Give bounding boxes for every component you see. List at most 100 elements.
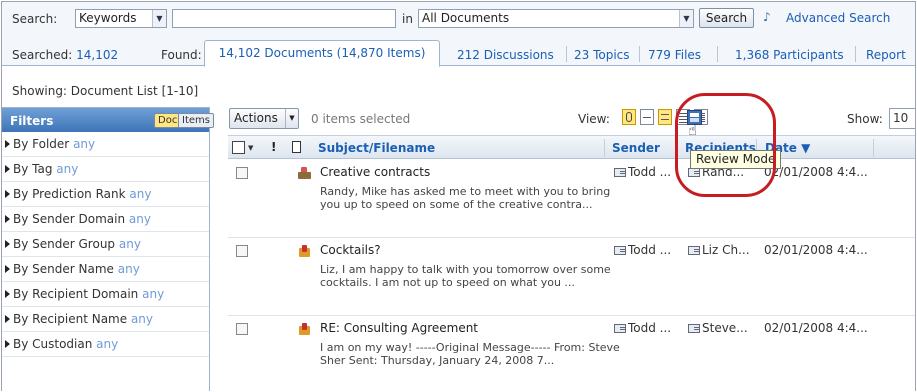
row-subject[interactable]: Creative contracts — [320, 165, 430, 179]
contact-card-icon — [614, 168, 626, 177]
filters-panel: Filters Docs Items By Folder any By Tag … — [2, 107, 214, 391]
table-row[interactable]: Cocktails? Liz, I am happy to talk with … — [228, 239, 915, 316]
filter-by-folder[interactable]: By Folder any — [2, 132, 209, 157]
filter-by-custodian[interactable]: By Custodian any — [2, 332, 209, 357]
tab-files[interactable]: 779 Files — [648, 48, 701, 62]
email-received-icon — [298, 323, 312, 335]
expand-arrow-icon — [5, 290, 10, 298]
row-checkbox[interactable] — [236, 323, 248, 335]
document-list: ▼ ! Subject/Filename Sender Recipients D… — [222, 135, 915, 391]
showing-range: Showing: Document List [1-10] — [12, 84, 199, 98]
show-label: Show: — [847, 112, 883, 126]
found-label: Found: — [161, 48, 202, 62]
tab-report[interactable]: Report — [866, 48, 906, 62]
row-recipient-name: Steve... — [702, 321, 748, 335]
column-divider — [873, 139, 874, 157]
select-all-checkbox[interactable] — [232, 141, 245, 154]
expand-arrow-icon — [5, 240, 10, 248]
filter-any-link[interactable]: any — [96, 337, 118, 351]
tab-divider — [639, 46, 640, 62]
search-field-value: Keywords — [79, 11, 137, 25]
actions-label: Actions — [234, 111, 278, 125]
column-priority[interactable]: ! — [271, 140, 276, 154]
filter-any-link[interactable]: any — [129, 187, 151, 201]
compact-view-icon[interactable] — [640, 109, 654, 125]
filter-any-link[interactable]: any — [129, 212, 151, 226]
tab-participants[interactable]: 1,368 Participants — [735, 48, 844, 62]
actions-menu-button[interactable]: Actions ▼ — [229, 108, 299, 129]
tab-divider — [566, 46, 567, 62]
filter-any-link[interactable]: any — [131, 312, 153, 326]
filter-by-sender-name[interactable]: By Sender Name any — [2, 257, 209, 282]
tab-divider — [855, 46, 856, 62]
contact-card-icon — [688, 324, 700, 333]
attachment-view-icon[interactable] — [622, 109, 636, 125]
filter-by-tag[interactable]: By Tag any — [2, 157, 209, 182]
row-snippet: Randy, Mike has asked me to meet with yo… — [320, 185, 611, 211]
summary-view-icon[interactable] — [658, 109, 672, 125]
row-date: 02/01/2008 4:4... — [764, 321, 868, 335]
expand-arrow-icon — [5, 165, 10, 173]
table-row[interactable]: Creative contracts Randy, Mike has asked… — [228, 161, 915, 238]
filter-any-link[interactable]: any — [118, 262, 140, 276]
row-subject[interactable]: RE: Consulting Agreement — [320, 321, 478, 335]
search-field-select[interactable]: Keywords ▼ — [75, 9, 167, 28]
search-label: Search: — [12, 12, 58, 26]
tab-topics[interactable]: 23 Topics — [574, 48, 630, 62]
filter-by-prediction-rank[interactable]: By Prediction Rank any — [2, 182, 209, 207]
chevron-down-icon[interactable]: ▼ — [248, 144, 253, 152]
column-sender[interactable]: Sender — [612, 141, 660, 155]
row-snippet: Liz, I am happy to talk with you tomorro… — [320, 263, 611, 289]
highlight-circle — [675, 93, 776, 197]
filter-label: By Sender Group — [13, 237, 116, 251]
column-subject[interactable]: Subject/Filename — [318, 141, 435, 155]
toggle-items[interactable]: Items — [178, 113, 214, 128]
row-checkbox[interactable] — [236, 167, 248, 179]
filter-label: By Custodian — [13, 337, 93, 351]
filter-by-recipient-domain[interactable]: By Recipient Domain any — [2, 282, 209, 307]
row-checkbox[interactable] — [236, 245, 248, 257]
table-row[interactable]: RE: Consulting Agreement I am on my way!… — [228, 317, 915, 391]
row-snippet: I am on my way! -----Original Message---… — [320, 341, 620, 367]
filter-label: By Sender Domain — [13, 212, 126, 226]
filter-by-recipient-name[interactable]: By Recipient Name any — [2, 307, 209, 332]
tab-documents[interactable]: 14,102 Documents (14,870 Items) — [204, 40, 440, 67]
advanced-search-link[interactable]: Advanced Search — [786, 11, 890, 25]
advanced-search-icon[interactable]: ♪ — [763, 11, 775, 23]
filter-any-link[interactable]: any — [119, 237, 141, 251]
search-input[interactable] — [172, 9, 396, 28]
scope-select[interactable]: All Documents ▼ — [418, 9, 694, 28]
chevron-down-icon: ▼ — [152, 10, 166, 27]
row-recipient-name: Liz Ch... — [702, 243, 750, 257]
filter-any-link[interactable]: any — [56, 162, 78, 176]
filter-label: By Prediction Rank — [13, 187, 126, 201]
app-window: Search: Keywords ▼ in All Documents ▼ Se… — [1, 1, 916, 391]
scope-label: in — [402, 12, 413, 26]
contact-card-icon — [688, 246, 700, 255]
expand-arrow-icon — [5, 315, 10, 323]
page-size-input[interactable]: 10 — [889, 108, 915, 129]
filter-any-link[interactable]: any — [142, 287, 164, 301]
tab-discussions[interactable]: 212 Discussions — [457, 48, 554, 62]
chevron-down-icon: ▼ — [679, 10, 693, 27]
row-subject[interactable]: Cocktails? — [320, 243, 381, 257]
view-label: View: — [578, 112, 610, 126]
contact-card-icon — [614, 246, 626, 255]
expand-arrow-icon — [5, 190, 10, 198]
filter-any-link[interactable]: any — [73, 137, 95, 151]
contact-card-icon — [614, 324, 626, 333]
filters-title: Filters — [10, 114, 54, 128]
table-header: ▼ ! Subject/Filename Sender Recipients D… — [228, 135, 915, 159]
row-recipients: Steve... — [688, 321, 748, 335]
email-sent-icon — [298, 167, 312, 179]
row-sender: Todd ... — [614, 243, 671, 257]
row-recipients: Liz Ch... — [688, 243, 750, 257]
search-button[interactable]: Search — [699, 8, 754, 28]
filter-label: By Folder — [13, 137, 70, 151]
filter-by-sender-group[interactable]: By Sender Group any — [2, 232, 209, 257]
chevron-down-icon: ▼ — [285, 109, 298, 128]
searched-label: Searched: — [12, 48, 73, 62]
row-sender-name: Todd ... — [628, 321, 672, 335]
filter-by-sender-domain[interactable]: By Sender Domain any — [2, 207, 209, 232]
selected-count: 0 items selected — [311, 112, 411, 126]
